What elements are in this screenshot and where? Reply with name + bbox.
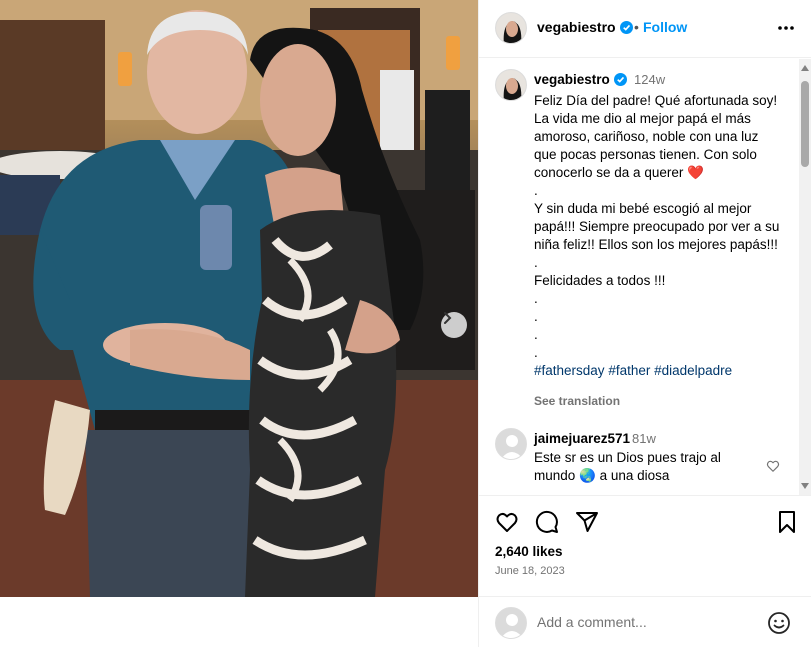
verified-badge-icon — [613, 73, 627, 89]
like-heart-icon[interactable] — [495, 510, 519, 537]
hashtag-link[interactable]: #diadelpadre — [654, 363, 732, 378]
post-actions: 2,640 likes June 18, 2023 — [479, 495, 811, 595]
comment-text: Este sr es un Dios pues trajo al mundo 🌏… — [534, 449, 749, 485]
likes-count[interactable]: 2,640 likes — [495, 544, 563, 559]
share-icon[interactable] — [575, 510, 599, 537]
caption-author-avatar-image — [496, 70, 526, 100]
emoji-icon[interactable] — [767, 611, 791, 638]
caption-timestamp[interactable]: 124w — [634, 72, 665, 87]
bookmark-icon[interactable] — [775, 510, 799, 537]
verified-badge-icon — [619, 21, 633, 37]
scroll-up-arrow-icon[interactable] — [801, 65, 809, 71]
caption-line: . — [534, 327, 538, 342]
current-user-avatar — [495, 607, 527, 639]
comment-icon[interactable] — [535, 510, 559, 537]
add-comment-bar — [479, 596, 811, 647]
scroll-thumb[interactable] — [801, 81, 809, 167]
follow-button[interactable]: Follow — [643, 19, 687, 35]
comments-section[interactable]: vegabiestro 124w Feliz Día del padre! Qu… — [479, 59, 811, 495]
scroll-down-arrow-icon[interactable] — [801, 483, 809, 489]
more-options-icon[interactable] — [776, 18, 796, 41]
caption-line: . — [534, 183, 538, 198]
caption-paragraph: Feliz Día del padre! Qué afortunada soy!… — [534, 92, 784, 182]
post-header: vegabiestro • Follow — [479, 0, 811, 58]
default-avatar-icon — [496, 429, 526, 459]
post-date[interactable]: June 18, 2023 — [495, 565, 565, 577]
post-image[interactable] — [0, 0, 478, 597]
commenter-avatar[interactable] — [495, 428, 527, 460]
caption-line: Felicidades a todos !!! — [534, 273, 666, 288]
post-photo-illustration — [0, 0, 478, 597]
caption-heart-emoji: ❤️ — [687, 165, 704, 180]
comments-scrollbar[interactable] — [799, 59, 811, 495]
commenter-username[interactable]: jaimejuarez571 — [534, 431, 630, 446]
comment-text-part: a una diosa — [599, 468, 670, 483]
globe-emoji: 🌏 — [579, 468, 596, 483]
separator-dot: • — [634, 19, 639, 35]
add-comment-input[interactable] — [537, 611, 747, 633]
caption-line: Y sin duda mi bebé escogió al mejor papá… — [534, 201, 780, 252]
hashtag-link[interactable]: #father — [608, 363, 650, 378]
caption-line: . — [534, 345, 538, 360]
post-side-panel: vegabiestro • Follow vegabiestro 124w Fe… — [478, 0, 811, 647]
hashtag-list: #fathersday #father #diadelpadre — [534, 362, 784, 380]
author-avatar[interactable] — [495, 12, 527, 44]
author-username[interactable]: vegabiestro — [537, 19, 633, 37]
caption-author-avatar[interactable] — [495, 69, 527, 101]
author-avatar-image — [496, 13, 526, 43]
caption-line: . — [534, 255, 538, 270]
photo-bottom-space — [0, 597, 478, 647]
caption-line: . — [534, 291, 538, 306]
caption-line: . — [534, 309, 538, 324]
see-translation-link[interactable]: See translation — [534, 394, 620, 408]
hashtag-link[interactable]: #fathersday — [534, 363, 605, 378]
post-caption: Feliz Día del padre! Qué afortunada soy!… — [534, 92, 784, 380]
caption-username[interactable]: vegabiestro — [534, 72, 627, 89]
chevron-right-icon — [444, 312, 452, 324]
caption-line: Feliz Día del padre! Qué afortunada soy!… — [534, 93, 778, 180]
default-avatar-icon — [496, 608, 526, 638]
caption-username-text[interactable]: vegabiestro — [534, 72, 610, 87]
author-username-text[interactable]: vegabiestro — [537, 19, 616, 35]
comment-timestamp[interactable]: 81w — [632, 431, 656, 446]
next-image-button[interactable] — [441, 312, 467, 338]
comment-like-heart-icon[interactable] — [766, 459, 780, 476]
